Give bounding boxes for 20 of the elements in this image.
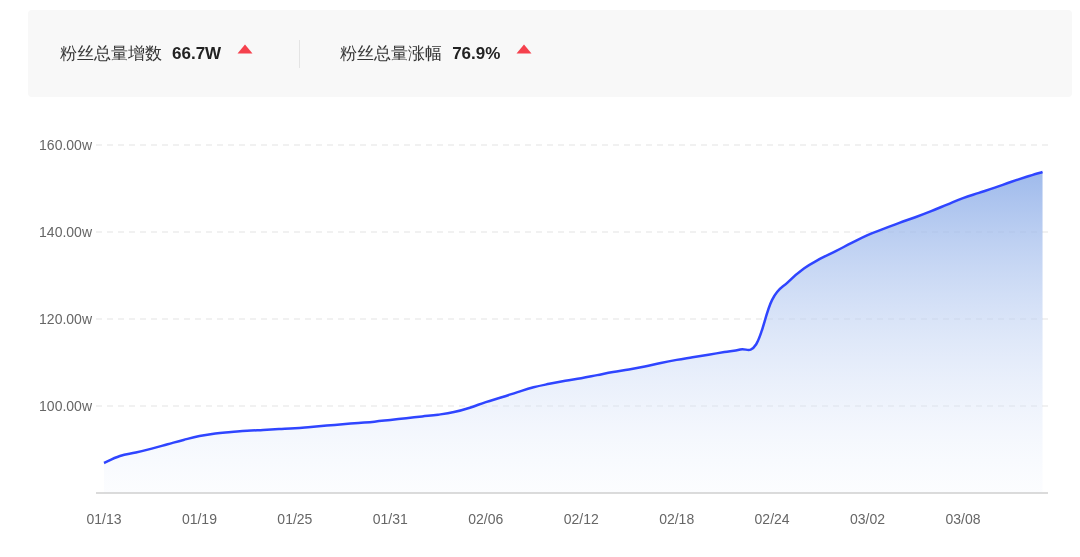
- stat-value: 76.9%: [452, 43, 501, 64]
- y-axis-label: 160.00w: [39, 137, 92, 153]
- x-axis-label: 03/08: [945, 511, 981, 527]
- x-axis-label: 01/25: [277, 511, 313, 527]
- x-axis-label: 01/13: [86, 511, 122, 527]
- x-axis-label: 02/12: [563, 511, 599, 527]
- x-axis-label: 02/24: [754, 511, 790, 527]
- x-axis-label: 02/06: [468, 511, 504, 527]
- y-axis-label: 100.00w: [39, 398, 92, 414]
- x-axis-label: 03/02: [850, 511, 886, 527]
- stat-label: 粉丝总量涨幅: [340, 43, 443, 65]
- trend-up-icon: [237, 43, 254, 54]
- x-axis-label: 01/19: [181, 511, 217, 527]
- stat-label: 粉丝总量增数: [60, 43, 162, 65]
- trend-up-icon: [516, 43, 533, 54]
- y-axis-label: 120.00w: [39, 311, 92, 327]
- x-axis-label: 01/31: [372, 511, 408, 527]
- x-axis-label: 02/18: [659, 511, 695, 527]
- stat-value: 66.7W: [172, 43, 222, 64]
- y-axis-label: 140.00w: [39, 224, 92, 240]
